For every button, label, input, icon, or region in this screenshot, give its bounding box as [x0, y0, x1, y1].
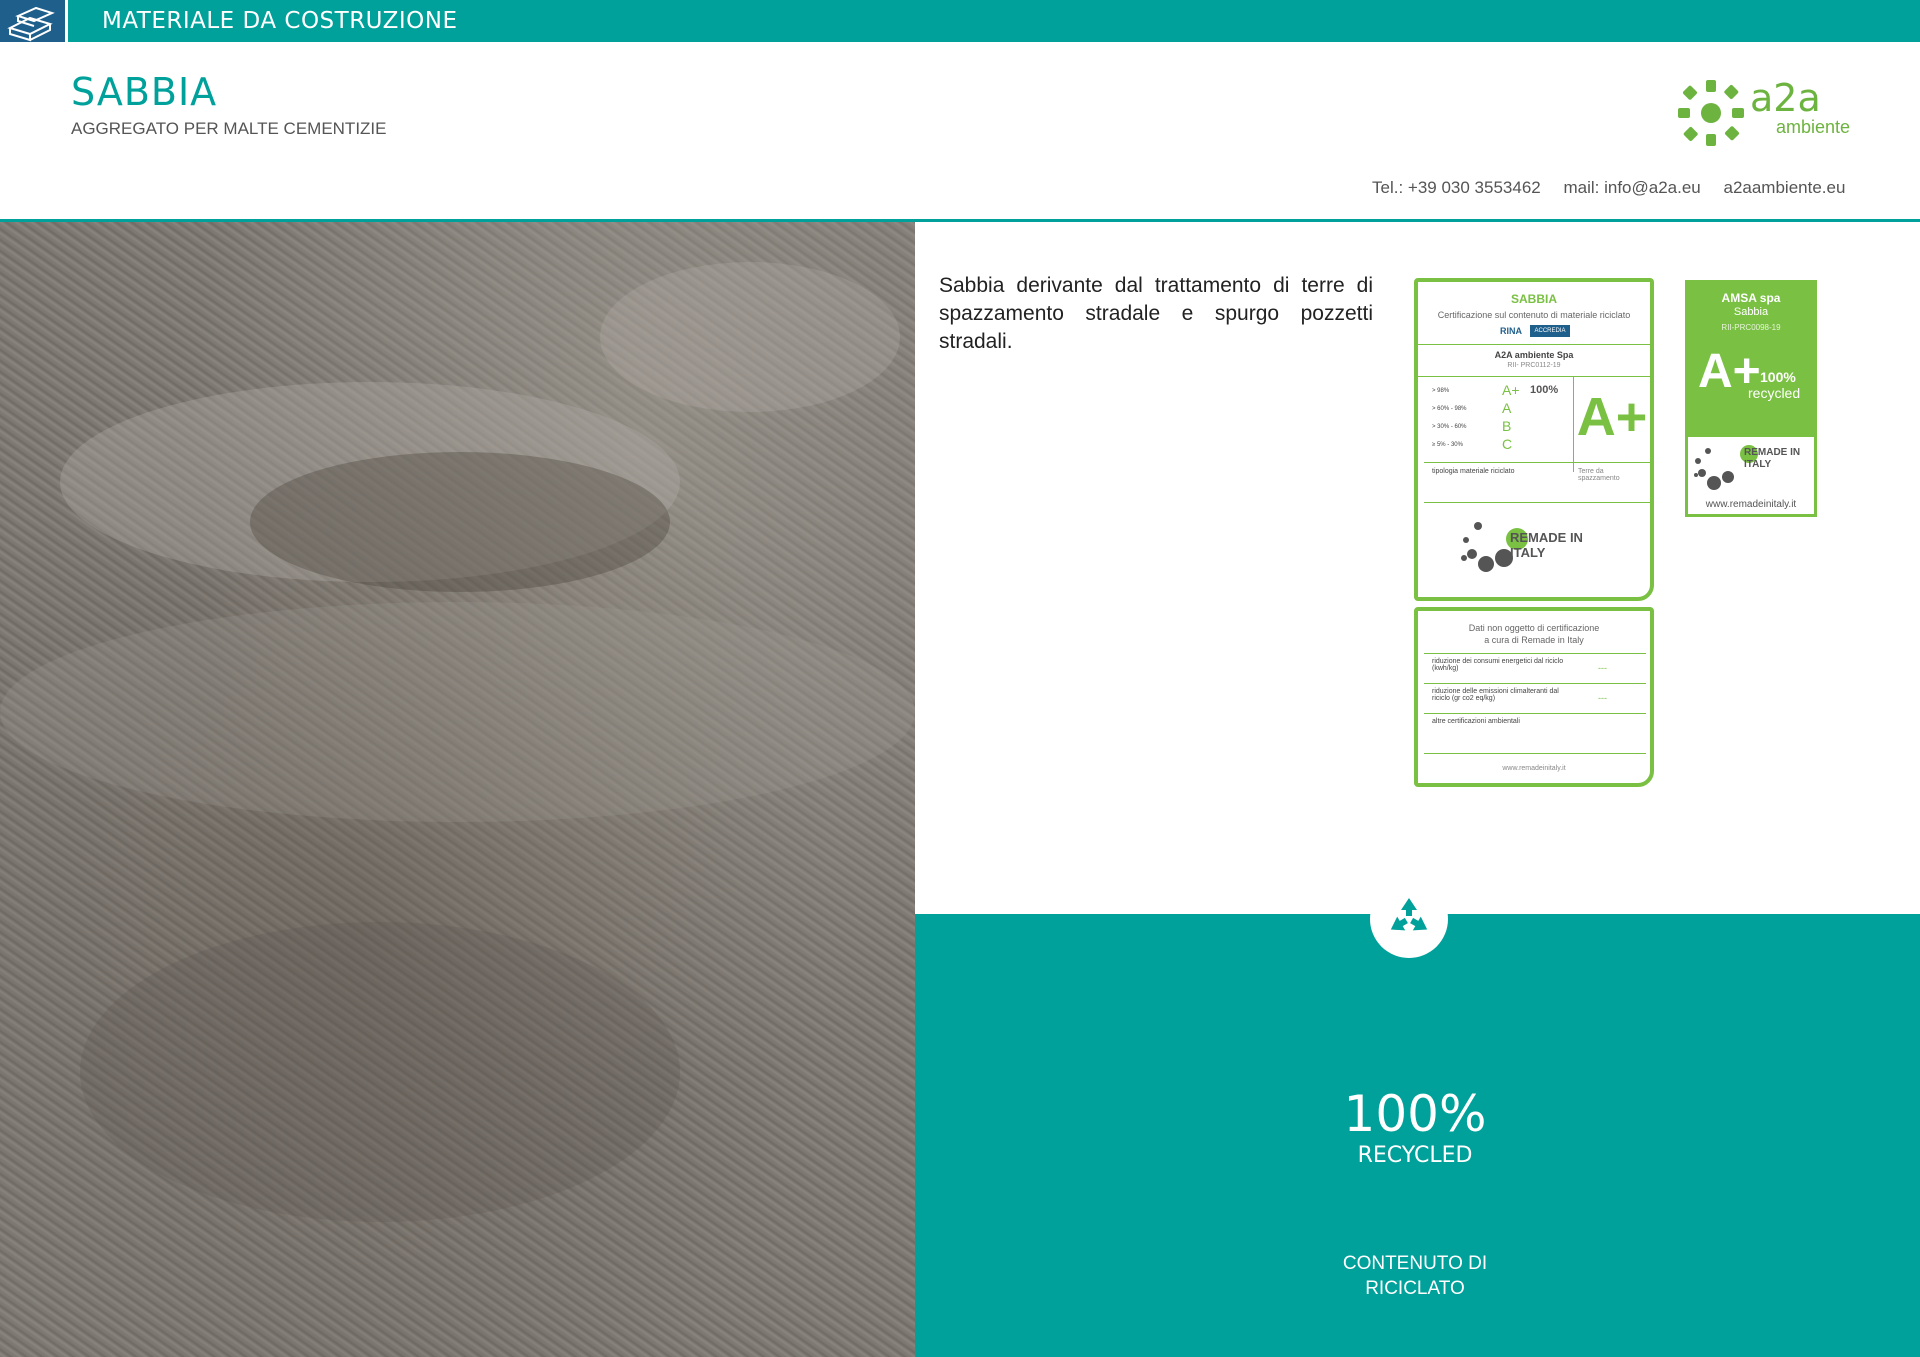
cert-data-row2-label: riduzione delle emissioni climalteranti …	[1432, 688, 1559, 702]
cert-subtitle: Certificazione sul contenuto di material…	[1437, 310, 1631, 320]
contact-web[interactable]: a2aambiente.eu	[1723, 178, 1845, 197]
cert-data-footer[interactable]: www.remadeinitaly.it	[1418, 765, 1650, 772]
cert-data-row3-label: altre certificazioni ambientali	[1432, 718, 1520, 725]
contenuto-label: CONTENUTO DI RICICLATO	[1300, 1251, 1530, 1301]
cert-row-range: > 60% - 98%	[1432, 406, 1467, 412]
cert-small-company: AMSA spa	[1721, 291, 1781, 305]
bricks-icon	[0, 0, 68, 42]
cert-data-row1-label: riduzione dei consumi energetici dal ric…	[1432, 658, 1564, 672]
cert-row-range: ≥ 5% - 30%	[1432, 442, 1463, 448]
cert-data-title-2: a cura di Remade in Italy	[1484, 635, 1584, 645]
cert-row-range: > 98%	[1432, 388, 1450, 394]
cert-small-brand: REMADE IN ITALY	[1744, 447, 1801, 470]
cert-small-pct: 100%	[1760, 369, 1796, 385]
cert-title: SABBIA	[1510, 292, 1557, 306]
cert-tipologia-label: tipologia materiale riciclato	[1432, 468, 1515, 475]
certificate-main: SABBIA Certificazione sul contenuto di m…	[1414, 278, 1654, 601]
rina-logo: RINA	[1500, 326, 1522, 336]
contenuto-line-1: CONTENUTO DI	[1342, 1253, 1488, 1274]
remade-dots-icon	[1461, 522, 1513, 572]
remade-brand: REMADE IN ITALY	[1510, 530, 1583, 560]
product-description: Sabbia derivante dal trattamento di terr…	[939, 274, 1373, 353]
recycle-icon	[1370, 880, 1448, 958]
cert-small-recycled: recycled	[1748, 385, 1801, 401]
sand-photo	[0, 222, 915, 1357]
cert-code: RII- PRC0112-19	[1507, 362, 1561, 369]
cert-data-row2-value: ---	[1598, 693, 1607, 703]
recycled-label: RECYCLED	[1357, 1143, 1473, 1168]
cert-pct: 100%	[1530, 384, 1559, 396]
cert-row-grade: A	[1502, 400, 1512, 416]
cert-row-grade: C	[1502, 436, 1513, 452]
a2a-logo-icon	[1678, 80, 1744, 146]
recycled-percentage: 100%	[1343, 1085, 1487, 1143]
contact-mail[interactable]: mail: info@a2a.eu	[1563, 178, 1700, 197]
remade-dots-icon	[1694, 448, 1734, 490]
certificate-small: AMSA spa Sabbia RII-PRC0098-19 A+ 100% r…	[1685, 280, 1817, 517]
logo-word: a2a	[1750, 76, 1821, 120]
cert-row-grade: B	[1502, 418, 1512, 434]
contacts: Tel.: +39 030 3553462 mail: info@a2a.eu …	[1372, 178, 1863, 198]
cert-small-footer[interactable]: www.remadeinitaly.it	[1688, 499, 1814, 510]
cert-big-grade: A+	[1576, 387, 1648, 447]
contact-tel: Tel.: +39 030 3553462	[1372, 178, 1541, 197]
cert-row-grade: A+	[1502, 382, 1520, 398]
a2a-logo: a2a ambiente	[1676, 76, 1866, 148]
certificate-data: Dati non oggetto di certificazione a cur…	[1414, 607, 1654, 787]
accredia-logo: ACCREDIA	[1530, 325, 1570, 337]
cert-row-range: > 30% - 60%	[1432, 424, 1467, 430]
logo-sub: ambiente	[1776, 117, 1851, 137]
contenuto-line-2: RICICLATO	[1365, 1278, 1465, 1299]
cert-small-material: Sabbia	[1733, 306, 1769, 318]
cert-data-row1-value: ---	[1598, 663, 1607, 673]
page-subtitle: AGGREGATO PER MALTE CEMENTIZIE	[71, 119, 387, 138]
page-title: SABBIA	[71, 70, 218, 114]
cert-data-title: Dati non oggetto di certificazione	[1468, 623, 1600, 633]
cert-small-code: RII-PRC0098-19	[1721, 323, 1781, 332]
category-title: MATERIALE DA COSTRUZIONE	[102, 8, 458, 34]
category-bar: MATERIALE DA COSTRUZIONE	[0, 0, 1920, 42]
cert-company: A2A ambiente Spa	[1494, 350, 1574, 360]
cert-tipologia-value: Terre da spazzamento	[1578, 468, 1620, 482]
